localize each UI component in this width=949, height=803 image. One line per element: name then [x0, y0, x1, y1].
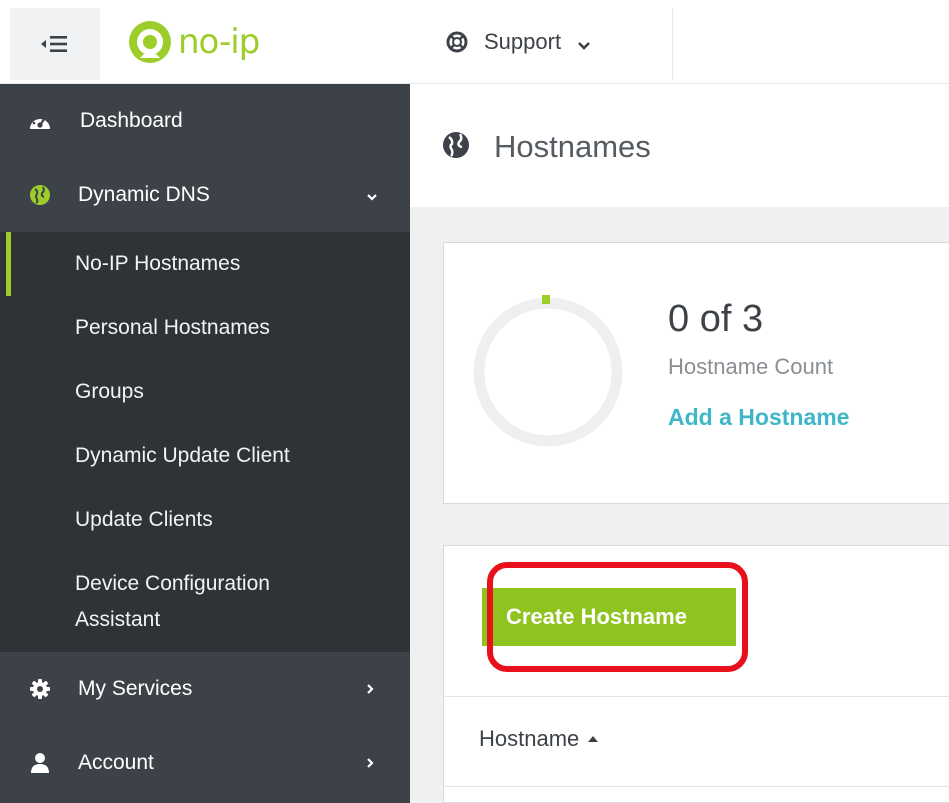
sidebar-item-my-services[interactable]: My Services [0, 656, 410, 722]
logo-wordmark: no-ip [178, 22, 260, 62]
hostname-count-donut [473, 295, 623, 447]
submenu-item-personal-hostnames[interactable]: Personal Hostnames [75, 310, 270, 346]
sidebar: no-ip Dashboard Dynamic DNS No-IP Hostna… [0, 0, 410, 803]
globe-icon [443, 132, 469, 158]
lifebuoy-icon [446, 31, 468, 53]
chevron-down-icon [578, 41, 590, 50]
support-menu-button[interactable]: Support [446, 24, 591, 60]
menu-collapse-icon [41, 36, 67, 52]
sidebar-item-dashboard[interactable]: Dashboard [0, 88, 410, 154]
support-label: Support [484, 29, 562, 54]
divider [443, 786, 949, 787]
column-header-label: Hostname [479, 726, 580, 751]
submenu-item-device-configuration-assistant[interactable]: Device Configuration Assistant [75, 566, 325, 638]
submenu-item-dynamic-update-client[interactable]: Dynamic Update Client [75, 438, 290, 474]
sidebar-item-label: My Services [78, 677, 193, 700]
page-header: Hostnames [410, 85, 949, 207]
active-indicator [6, 232, 11, 296]
noip-logo-icon [129, 21, 171, 63]
page-title: Hostnames [494, 129, 651, 164]
sidebar-item-account[interactable]: Account [0, 730, 410, 796]
hostname-count-value: 0 of 3 [668, 298, 764, 340]
sidebar-toggle-button[interactable] [10, 8, 100, 80]
divider [672, 8, 673, 80]
chevron-right-icon [366, 751, 374, 775]
submenu-item-update-clients[interactable]: Update Clients [75, 502, 213, 538]
gear-icon [28, 677, 52, 701]
sort-ascending-icon [588, 736, 599, 742]
submenu-item-noip-hostnames[interactable]: No-IP Hostnames [75, 246, 240, 282]
divider [443, 696, 949, 697]
sidebar-item-dynamic-dns[interactable]: Dynamic DNS [0, 162, 410, 228]
globe-icon [28, 183, 52, 207]
sidebar-item-label: Dashboard [80, 109, 183, 132]
highlight-annotation [487, 562, 748, 672]
hostname-count-label: Hostname Count [668, 354, 834, 379]
sidebar-header: no-ip [0, 0, 410, 84]
sidebar-item-label: Account [78, 751, 154, 774]
noip-logo[interactable]: no-ip [126, 18, 260, 66]
dashboard-icon [28, 109, 52, 133]
chevron-down-icon [366, 183, 378, 207]
hostname-column-header[interactable]: Hostname [479, 726, 599, 752]
top-bar: Support [410, 0, 949, 84]
add-hostname-link[interactable]: Add a Hostname [668, 404, 849, 431]
sidebar-item-label: Dynamic DNS [78, 183, 210, 206]
chevron-right-icon [366, 677, 374, 701]
dynamic-dns-submenu: No-IP Hostnames Personal Hostnames Group… [0, 232, 410, 652]
submenu-item-groups[interactable]: Groups [75, 374, 144, 410]
donut-progress-marker [542, 295, 550, 304]
user-icon [28, 751, 52, 775]
